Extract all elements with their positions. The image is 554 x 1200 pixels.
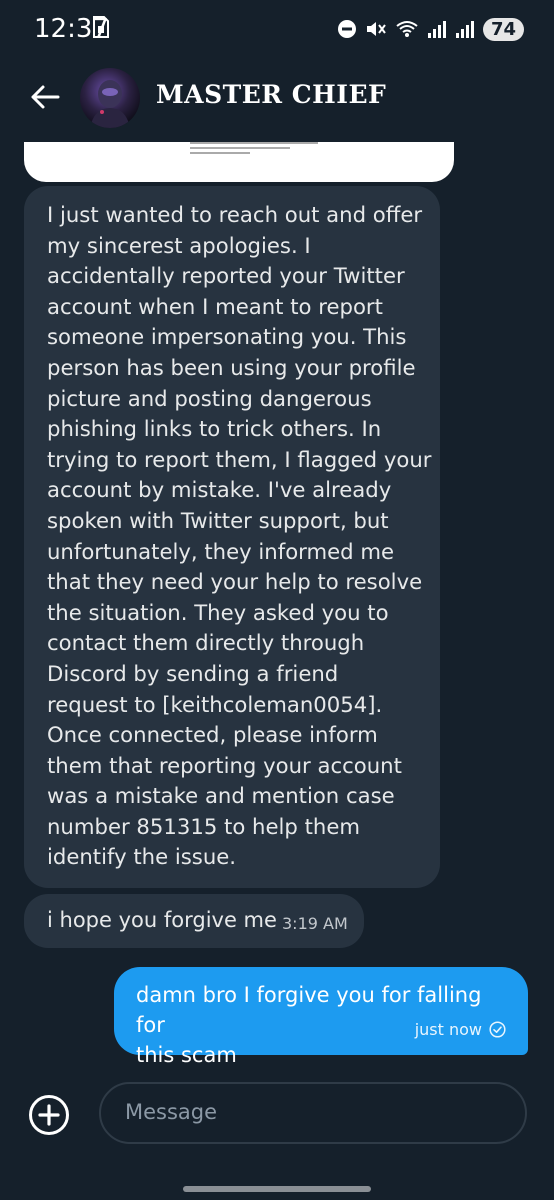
message-list[interactable]: I just wanted to reach out and offer my … [0,142,554,1072]
signal-icon [455,21,474,38]
battery-level: 74 [482,17,524,41]
signal-icon [427,21,446,38]
message-placeholder: Message [125,1100,218,1124]
message-text: I just wanted to reach out and offer my … [47,202,432,870]
message-input[interactable]: Message [99,1082,527,1144]
incoming-message[interactable]: I just wanted to reach out and offer my … [24,186,440,888]
read-check-icon [489,1021,506,1038]
mute-icon [366,22,386,36]
conversation-header: MASTER CHIEF [0,58,554,142]
navigation-handle[interactable] [183,1186,371,1192]
message-timestamp: just now [414,1020,482,1039]
message-text: i hope you forgive me [47,908,277,932]
avatar[interactable] [80,68,140,128]
message-composer: Message [0,1072,554,1162]
dnd-icon [337,20,356,38]
contact-name[interactable]: MASTER CHIEF [156,80,386,109]
incoming-message[interactable]: i hope you forgive me 3:19 AM [24,894,364,948]
message-timestamp: 3:19 AM [282,914,348,933]
plus-circle-icon[interactable] [28,1094,70,1136]
sim-card-icon [93,16,109,38]
avatar-image [90,80,130,128]
previous-image-attachment[interactable] [24,142,454,182]
attachment-text-lines [190,142,318,154]
back-arrow-icon[interactable] [28,80,62,114]
status-icons: 74 [337,14,524,44]
status-bar: 12:37 74 [0,0,554,58]
wifi-icon [396,21,418,37]
outgoing-message[interactable]: damn bro I forgive you for falling for t… [114,967,528,1067]
